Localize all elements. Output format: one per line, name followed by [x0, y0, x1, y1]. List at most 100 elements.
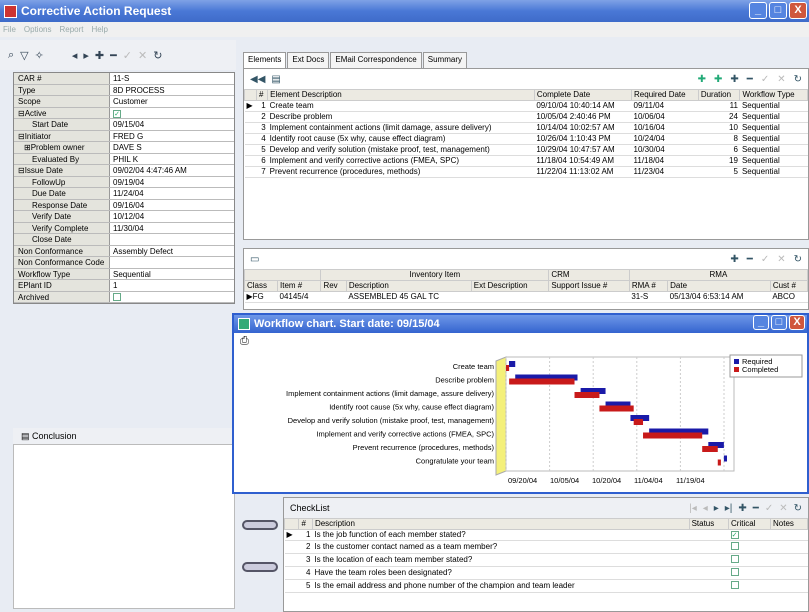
column-header[interactable]: RMA # — [628, 280, 669, 292]
column-header[interactable]: Description — [345, 280, 472, 292]
refresh-check-icon[interactable]: ↻ — [794, 503, 802, 514]
property-row[interactable]: Due Date 11/24/04 — [14, 188, 234, 200]
column-header[interactable]: Critical — [728, 518, 772, 530]
table-row[interactable]: 4 Have the team roles been designated? — [284, 566, 808, 580]
maximize-button[interactable]: □ — [769, 2, 787, 19]
property-row[interactable]: Non Conformance Code — [14, 257, 234, 269]
cancel-icon[interactable]: ✕ — [138, 49, 147, 62]
column-header[interactable]: Required Date — [631, 89, 699, 101]
critical-cell[interactable] — [728, 540, 771, 554]
tab-email[interactable]: EMail Correspondence — [330, 52, 422, 68]
minimize-button[interactable]: _ — [749, 2, 767, 19]
property-row[interactable]: Verify Date 10/12/04 — [14, 211, 234, 223]
table-row[interactable]: ▶ 1 Is the job function of each member sta… — [284, 529, 808, 541]
first-icon[interactable]: |◂ — [689, 503, 697, 514]
next-icon[interactable]: ▸ — [83, 49, 89, 62]
navigate-icon[interactable]: ✧ — [35, 49, 44, 62]
table-row[interactable]: 2 Is the customer contact named as a team… — [284, 540, 808, 554]
table-row[interactable]: 7 Prevent recurrence (procedures, methods… — [244, 166, 808, 178]
conclusion-textarea[interactable] — [13, 444, 235, 609]
delete-icon[interactable]: ━ — [110, 49, 117, 62]
add-check-icon[interactable]: ✚ — [738, 503, 746, 514]
column-header[interactable]: Support Issue # — [548, 280, 630, 292]
refresh-inventory-icon[interactable]: ↻ — [794, 254, 802, 265]
column-header[interactable]: # — [255, 89, 269, 101]
property-row[interactable]: Archived — [14, 291, 234, 303]
table-row[interactable]: 2 Describe problem 10/05/04 2:40:46 PM 10/0… — [244, 111, 808, 123]
property-value[interactable]: Assembly Defect — [110, 246, 234, 257]
cancel-element-icon[interactable]: ✕ — [777, 74, 785, 85]
property-value[interactable] — [110, 257, 234, 268]
checkbox[interactable] — [730, 555, 739, 563]
column-header[interactable]: # — [298, 518, 313, 530]
search-icon[interactable]: ⌕ — [8, 49, 14, 62]
menu-report[interactable]: Report — [59, 25, 83, 34]
checkbox[interactable] — [730, 542, 739, 550]
prior-icon[interactable]: ◂ — [703, 503, 708, 514]
post-inventory-icon[interactable]: ✓ — [761, 254, 769, 265]
property-value[interactable]: 09/02/04 4:47:46 AM — [110, 165, 234, 176]
table-row[interactable]: ▶ 1 Create team 09/10/04 10:40:14 AM 09/11/0… — [244, 100, 808, 112]
refresh-element-icon[interactable]: ↻ — [794, 74, 802, 85]
property-value[interactable]: 09/15/04 — [110, 119, 234, 130]
column-header[interactable]: Description — [311, 518, 690, 530]
column-header[interactable]: Rev — [320, 280, 347, 292]
column-header[interactable]: Ext Description — [470, 280, 550, 292]
property-row[interactable]: Evaluated By PHIL K — [14, 153, 234, 165]
prev-icon[interactable]: ◂ — [72, 49, 78, 62]
menu-help[interactable]: Help — [91, 25, 107, 34]
column-header[interactable]: Complete Date — [533, 89, 633, 101]
property-value[interactable]: 11/24/04 — [110, 188, 234, 199]
document-icon[interactable]: ▭ — [250, 254, 259, 265]
column-header[interactable]: Notes — [770, 518, 808, 530]
cancel-check-icon[interactable]: ✕ — [779, 503, 787, 514]
property-row[interactable]: Non Conformance Assembly Defect — [14, 245, 234, 257]
property-row[interactable]: FollowUp 09/19/04 — [14, 176, 234, 188]
property-row[interactable]: Close Date — [14, 234, 234, 246]
wf-close-button[interactable]: X — [789, 315, 805, 330]
property-row[interactable]: Scope Customer — [14, 96, 234, 108]
menu-file[interactable]: File — [3, 25, 16, 34]
table-row[interactable]: 3 Implement containment actions (limit da… — [244, 122, 808, 134]
add-inventory-icon[interactable]: ✚ — [730, 254, 738, 265]
delete-inventory-icon[interactable]: ━ — [747, 254, 753, 265]
move-up-icon[interactable]: ✚ — [698, 74, 706, 85]
checkbox[interactable] — [730, 568, 739, 576]
column-header[interactable]: Cust # — [769, 280, 809, 292]
checkbox[interactable]: ✓ — [113, 109, 121, 118]
property-row[interactable]: Start Date 09/15/04 — [14, 119, 234, 131]
property-value[interactable]: 11-S — [110, 73, 234, 84]
post-icon[interactable]: ✓ — [123, 49, 132, 62]
column-header[interactable]: Item # — [276, 280, 322, 292]
property-row[interactable]: Response Date 09/16/04 — [14, 199, 234, 211]
property-row[interactable]: ⊟Initiator FRED G — [14, 130, 234, 142]
delete-element-icon[interactable]: ━ — [747, 74, 753, 85]
table-row[interactable]: 3 Is the location of each team member sta… — [284, 553, 808, 567]
next-check-icon[interactable]: ▸ — [714, 503, 719, 514]
column-header[interactable]: Status — [688, 518, 730, 530]
property-value[interactable]: Customer — [110, 96, 234, 107]
property-row[interactable]: ⊟Issue Date 09/02/04 4:47:46 AM — [14, 165, 234, 177]
checkbox[interactable] — [730, 581, 739, 589]
property-row[interactable]: ⊟Active ✓ — [14, 107, 234, 119]
critical-cell[interactable] — [728, 566, 771, 580]
checkbox[interactable]: ✓ — [730, 531, 739, 539]
critical-cell[interactable] — [728, 553, 771, 567]
critical-cell[interactable] — [728, 579, 771, 593]
menu-options[interactable]: Options — [24, 25, 52, 34]
column-header[interactable]: Element Description — [267, 89, 535, 101]
property-value[interactable]: Sequential — [110, 269, 234, 280]
column-header[interactable]: Duration — [697, 89, 741, 101]
last-icon[interactable]: ▸| — [725, 503, 733, 514]
property-row[interactable]: Verify Complete 11/30/04 — [14, 222, 234, 234]
property-row[interactable]: Type 8D PROCESS — [14, 84, 234, 96]
critical-cell[interactable]: ✓ — [728, 529, 771, 541]
property-row[interactable]: CAR #11-S — [14, 73, 234, 85]
property-row[interactable]: EPlant ID 1 — [14, 280, 234, 292]
inventory-row[interactable]: ▶FG 04145/4 ASSEMBLED 45 GAL TC 31-S 05/13/0… — [244, 291, 808, 303]
property-value[interactable]: PHIL K — [110, 154, 234, 165]
table-row[interactable]: 6 Implement and verify corrective actions… — [244, 155, 808, 167]
add-element-icon[interactable]: ✚ — [730, 74, 738, 85]
wf-maximize-button[interactable]: □ — [771, 315, 787, 330]
property-value[interactable] — [110, 292, 234, 303]
